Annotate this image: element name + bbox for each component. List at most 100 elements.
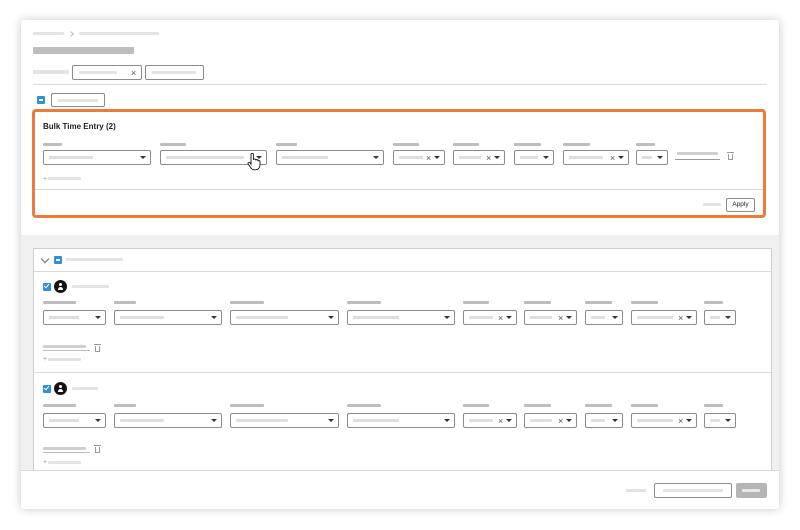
field-label	[704, 404, 723, 407]
clear-icon[interactable]: ×	[486, 152, 491, 164]
group-title	[66, 258, 123, 261]
page-footer	[21, 470, 779, 509]
entry-select[interactable]: ×	[631, 310, 697, 325]
clear-icon[interactable]: ×	[558, 312, 563, 324]
add-icon: +	[43, 459, 48, 466]
hand-pointer-icon	[247, 153, 261, 171]
cancel-link[interactable]	[703, 203, 721, 206]
add-row-link[interactable]	[48, 358, 81, 361]
submit-button[interactable]	[736, 483, 767, 498]
entry-select[interactable]	[704, 310, 736, 325]
bulk-select[interactable]: ×	[563, 150, 629, 165]
bulk-time-entry-panel: Bulk Time Entry (2) × × × + Apply	[32, 109, 766, 218]
bulk-select[interactable]: ×	[453, 150, 505, 165]
chevron-down-icon	[543, 156, 549, 159]
add-icon: +	[43, 356, 48, 363]
trash-icon[interactable]	[727, 152, 734, 160]
clear-filter-icon[interactable]: ×	[131, 67, 136, 79]
chevron-down-icon	[657, 156, 663, 159]
add-row-link[interactable]	[48, 177, 81, 180]
bulk-action-label	[58, 99, 98, 102]
breadcrumb-item-2[interactable]	[79, 32, 159, 35]
entry-select[interactable]: ×	[463, 310, 517, 325]
clear-icon[interactable]: ×	[498, 312, 503, 324]
entry-select[interactable]: ×	[631, 413, 697, 428]
entry-select[interactable]: ×	[463, 413, 517, 428]
hours-input[interactable]	[43, 447, 86, 450]
field-label	[704, 301, 723, 304]
bulk-select[interactable]	[636, 150, 668, 165]
hours-input-underline	[43, 452, 90, 453]
clear-icon[interactable]: ×	[426, 152, 431, 164]
entry-select[interactable]: ×	[524, 413, 577, 428]
entry-select[interactable]	[347, 413, 455, 428]
field-label	[585, 404, 612, 407]
entries-panel: × × × + × × × +	[33, 248, 772, 478]
breadcrumb-item-1[interactable]	[33, 32, 64, 35]
entry-select[interactable]	[230, 310, 339, 325]
hours-input[interactable]	[43, 345, 86, 348]
field-label	[160, 143, 186, 146]
hours-input-underline	[43, 350, 90, 351]
field-label	[631, 404, 658, 407]
entry-select[interactable]	[585, 310, 623, 325]
field-label	[230, 301, 264, 304]
field-label	[514, 143, 541, 146]
hours-input[interactable]	[677, 152, 718, 155]
bulk-time-entry-title: Bulk Time Entry (2)	[43, 122, 116, 131]
add-row-link[interactable]	[48, 461, 81, 464]
filter-label	[33, 70, 69, 74]
chevron-down-icon	[373, 156, 379, 159]
bulk-select[interactable]	[276, 150, 384, 165]
entry-select[interactable]	[114, 310, 222, 325]
clear-icon[interactable]: ×	[610, 152, 615, 164]
filter-chip[interactable]: ×	[72, 65, 142, 80]
group-checkbox[interactable]	[54, 256, 62, 264]
secondary-button-label	[663, 489, 723, 492]
bulk-select[interactable]	[43, 150, 151, 165]
field-label	[463, 301, 489, 304]
entry-select[interactable]	[704, 413, 736, 428]
field-label	[43, 301, 76, 304]
field-label	[43, 404, 76, 407]
apply-button[interactable]: Apply	[726, 198, 755, 212]
bulk-select[interactable]: ×	[393, 150, 445, 165]
entry-select[interactable]	[347, 310, 455, 325]
add-filter-button[interactable]	[145, 65, 204, 80]
filter-chip-value	[79, 71, 117, 74]
entry-checkbox[interactable]	[43, 283, 51, 291]
select-all-checkbox[interactable]	[37, 96, 45, 104]
entry-checkbox[interactable]	[43, 385, 51, 393]
chevron-down-icon	[140, 156, 146, 159]
entry-select[interactable]	[230, 413, 339, 428]
clear-icon[interactable]: ×	[558, 415, 563, 427]
field-label	[230, 404, 264, 407]
bulk-action-button[interactable]	[51, 93, 105, 107]
field-label	[585, 301, 612, 304]
clear-icon[interactable]: ×	[678, 415, 683, 427]
secondary-button[interactable]	[654, 483, 732, 498]
trash-icon[interactable]	[94, 445, 101, 453]
field-label	[347, 404, 381, 407]
entry-select[interactable]	[43, 413, 106, 428]
divider	[34, 372, 771, 373]
field-label	[347, 301, 381, 304]
divider	[34, 271, 771, 272]
entry-select[interactable]	[43, 310, 106, 325]
avatar	[54, 280, 67, 293]
clear-icon[interactable]: ×	[498, 415, 503, 427]
add-icon: +	[43, 176, 48, 183]
bulk-select[interactable]	[514, 150, 554, 165]
chevron-right-icon	[68, 31, 74, 37]
field-label	[453, 143, 479, 146]
field-label	[114, 301, 136, 304]
trash-icon[interactable]	[94, 344, 101, 352]
cancel-link[interactable]	[626, 489, 646, 492]
clear-icon[interactable]: ×	[678, 312, 683, 324]
entry-select[interactable]	[585, 413, 623, 428]
entry-select[interactable]	[114, 413, 222, 428]
entry-select[interactable]: ×	[524, 310, 577, 325]
field-label	[636, 143, 655, 146]
field-label	[524, 404, 551, 407]
chevron-down-icon[interactable]	[40, 254, 50, 264]
